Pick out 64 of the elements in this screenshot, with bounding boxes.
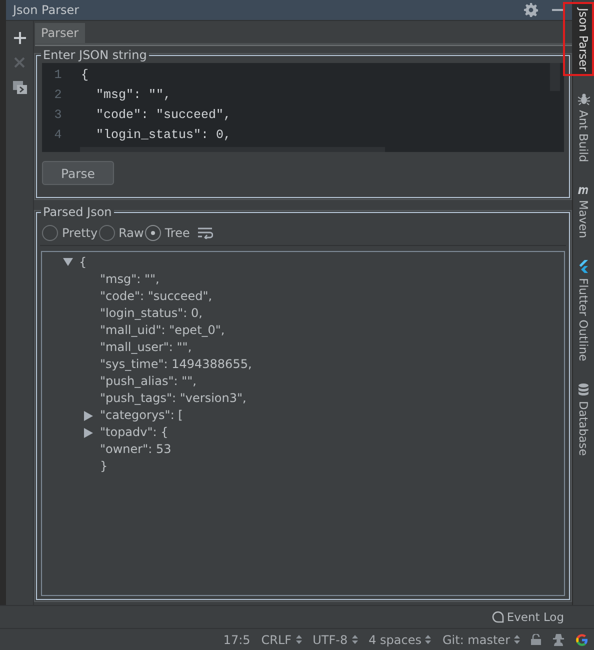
minimize-icon[interactable] (552, 9, 564, 11)
tree-node-text: { (79, 254, 87, 271)
tree-node-text: "mall_user": "", (100, 339, 192, 356)
radio-button[interactable] (42, 225, 58, 241)
window-title: Json Parser (13, 3, 80, 17)
parser-tab[interactable]: Parser (35, 23, 85, 43)
tree-node-text: "push_alias": "", (100, 373, 196, 390)
console-icon[interactable] (12, 81, 26, 94)
inspector-icon[interactable] (552, 633, 565, 646)
group-title: Parsed Json (41, 205, 114, 220)
bug-icon (578, 93, 590, 106)
add-icon[interactable] (14, 32, 26, 44)
line-number: 3 (54, 107, 62, 124)
code-line: { (81, 67, 90, 84)
code-line: "login_status": 0, (95, 127, 232, 144)
database-icon (578, 382, 589, 396)
line-number: 1 (54, 67, 62, 84)
side-tab[interactable]: Ant Build (573, 89, 594, 167)
wrap-icon[interactable] (198, 227, 213, 239)
tree-node-text: "topadv": { (100, 424, 168, 441)
collapsed-arrow-icon[interactable] (84, 428, 93, 438)
event-log-button[interactable]: Event Log (492, 610, 564, 624)
speech-bubble-icon (492, 610, 504, 624)
code-line: "code": "succeed", (95, 107, 232, 124)
lock-icon[interactable] (531, 634, 541, 645)
tree-node-text: "sys_time": 1494388655, (100, 356, 252, 373)
status-item[interactable]: CRLF (261, 632, 302, 646)
view-mode-radio[interactable]: Tree (144, 225, 190, 241)
radio-label: Raw (118, 226, 144, 240)
tree-node-text: "push_tags": "version3", (100, 390, 246, 407)
tree-node-text: "login_status": 0, (100, 305, 202, 322)
scrollbar[interactable] (80, 147, 385, 152)
colorful-g-icon[interactable] (576, 634, 588, 646)
code-line: "msg": "", (95, 87, 172, 104)
json-input-field[interactable]: 1 2 3 4 { "msg": "", "code": "succeed", "login_status": 0, (42, 63, 564, 152)
status-item[interactable]: Git: master (442, 632, 520, 646)
radio-button[interactable] (144, 225, 161, 241)
tree-node-text: "categorys": [ (100, 407, 183, 424)
status-item[interactable]: 17:5 (223, 632, 250, 646)
radio-label: Tree (164, 226, 190, 240)
maven-icon (577, 184, 590, 195)
view-mode-radio[interactable]: Pretty (42, 225, 98, 241)
status-item[interactable]: UTF-8 (312, 632, 358, 646)
side-tab[interactable]: Database (573, 378, 594, 460)
status-item[interactable]: 4 spaces (368, 632, 432, 646)
side-tab[interactable]: Flutter Outline (573, 256, 594, 365)
tree-node-text: } (100, 458, 108, 475)
group-title: Enter JSON string (41, 48, 149, 63)
tree-node-text: "owner": 53 (100, 441, 172, 458)
tree-node-text: "msg": "", (100, 271, 160, 288)
scrollbar[interactable] (550, 63, 560, 91)
radio-label: Pretty (62, 226, 98, 240)
tree-node-text: "mall_uid": "epet_0", (100, 322, 225, 339)
radio-button[interactable] (98, 225, 115, 241)
side-tab[interactable]: Maven (573, 180, 594, 242)
collapsed-arrow-icon[interactable] (84, 410, 93, 420)
expanded-arrow-icon[interactable] (63, 258, 73, 267)
parse-button[interactable]: Parse (42, 161, 114, 185)
settings-icon[interactable] (524, 3, 538, 17)
tree-node-text: "code": "succeed", (100, 288, 212, 305)
line-number: 4 (54, 127, 62, 144)
flutter-icon (578, 260, 589, 273)
view-mode-radio[interactable]: Raw (98, 225, 144, 241)
line-number: 2 (54, 87, 62, 104)
